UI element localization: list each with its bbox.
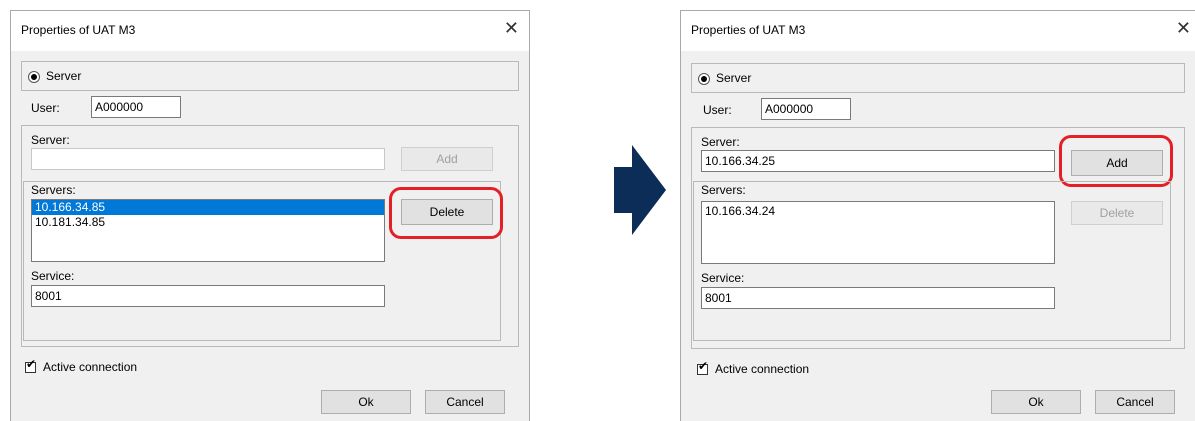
active-connection-checkbox[interactable]: ✔ bbox=[25, 358, 36, 373]
active-connection-label: Active connection bbox=[715, 362, 810, 376]
add-button[interactable]: Add bbox=[401, 147, 493, 171]
user-field[interactable]: A000000 bbox=[91, 96, 181, 118]
server-field[interactable]: 10.166.34.25 bbox=[701, 150, 1055, 172]
server-radio[interactable] bbox=[698, 73, 710, 85]
close-icon[interactable]: ✕ bbox=[504, 19, 519, 37]
list-item[interactable]: 10.166.34.85 bbox=[32, 200, 384, 215]
servers-label: Servers: bbox=[31, 183, 76, 197]
cancel-button[interactable]: Cancel bbox=[1095, 390, 1175, 414]
server-field[interactable] bbox=[31, 148, 385, 170]
server-radio-label: Server bbox=[716, 71, 752, 85]
server-radio-group: Server bbox=[691, 63, 1185, 93]
delete-highlight bbox=[389, 187, 503, 239]
list-item[interactable]: 10.181.34.85 bbox=[32, 215, 384, 230]
add-highlight bbox=[1059, 135, 1173, 187]
service-field[interactable]: 8001 bbox=[31, 285, 385, 307]
title-bar: Properties of UAT M3 ✕ bbox=[11, 11, 529, 51]
arrow-right-icon bbox=[614, 145, 666, 235]
active-connection-checkbox[interactable]: ✔ bbox=[697, 360, 708, 375]
server-label: Server: bbox=[701, 135, 740, 149]
server-radio-group: Server bbox=[21, 61, 519, 91]
service-field[interactable]: 8001 bbox=[701, 287, 1055, 309]
close-icon[interactable]: ✕ bbox=[1176, 19, 1191, 37]
server-radio-label: Server bbox=[46, 69, 82, 83]
server-radio[interactable] bbox=[28, 71, 40, 83]
dialog-after: Properties of UAT M3 ✕ Server User: A000… bbox=[680, 10, 1195, 421]
servers-listbox[interactable]: 10.166.34.24 bbox=[701, 201, 1055, 264]
ok-button[interactable]: Ok bbox=[321, 390, 411, 414]
servers-listbox[interactable]: 10.166.34.85 10.181.34.85 bbox=[31, 199, 385, 262]
service-label: Service: bbox=[31, 269, 75, 283]
cancel-button[interactable]: Cancel bbox=[425, 390, 505, 414]
delete-button[interactable]: Delete bbox=[1071, 201, 1163, 225]
user-field[interactable]: A000000 bbox=[761, 98, 851, 120]
servers-label: Servers: bbox=[701, 183, 746, 197]
ok-button[interactable]: Ok bbox=[991, 390, 1081, 414]
title-bar: Properties of UAT M3 ✕ bbox=[681, 11, 1195, 51]
active-connection-label: Active connection bbox=[43, 360, 138, 374]
server-label: Server: bbox=[31, 133, 70, 147]
user-label: User: bbox=[31, 101, 60, 115]
user-label: User: bbox=[703, 103, 732, 117]
dialog-title: Properties of UAT M3 bbox=[21, 23, 136, 37]
dialog-title: Properties of UAT M3 bbox=[691, 23, 806, 37]
list-item[interactable]: 10.166.34.24 bbox=[702, 204, 1054, 219]
dialog-before: Properties of UAT M3 ✕ Server User: A000… bbox=[10, 10, 530, 421]
service-label: Service: bbox=[701, 271, 745, 285]
